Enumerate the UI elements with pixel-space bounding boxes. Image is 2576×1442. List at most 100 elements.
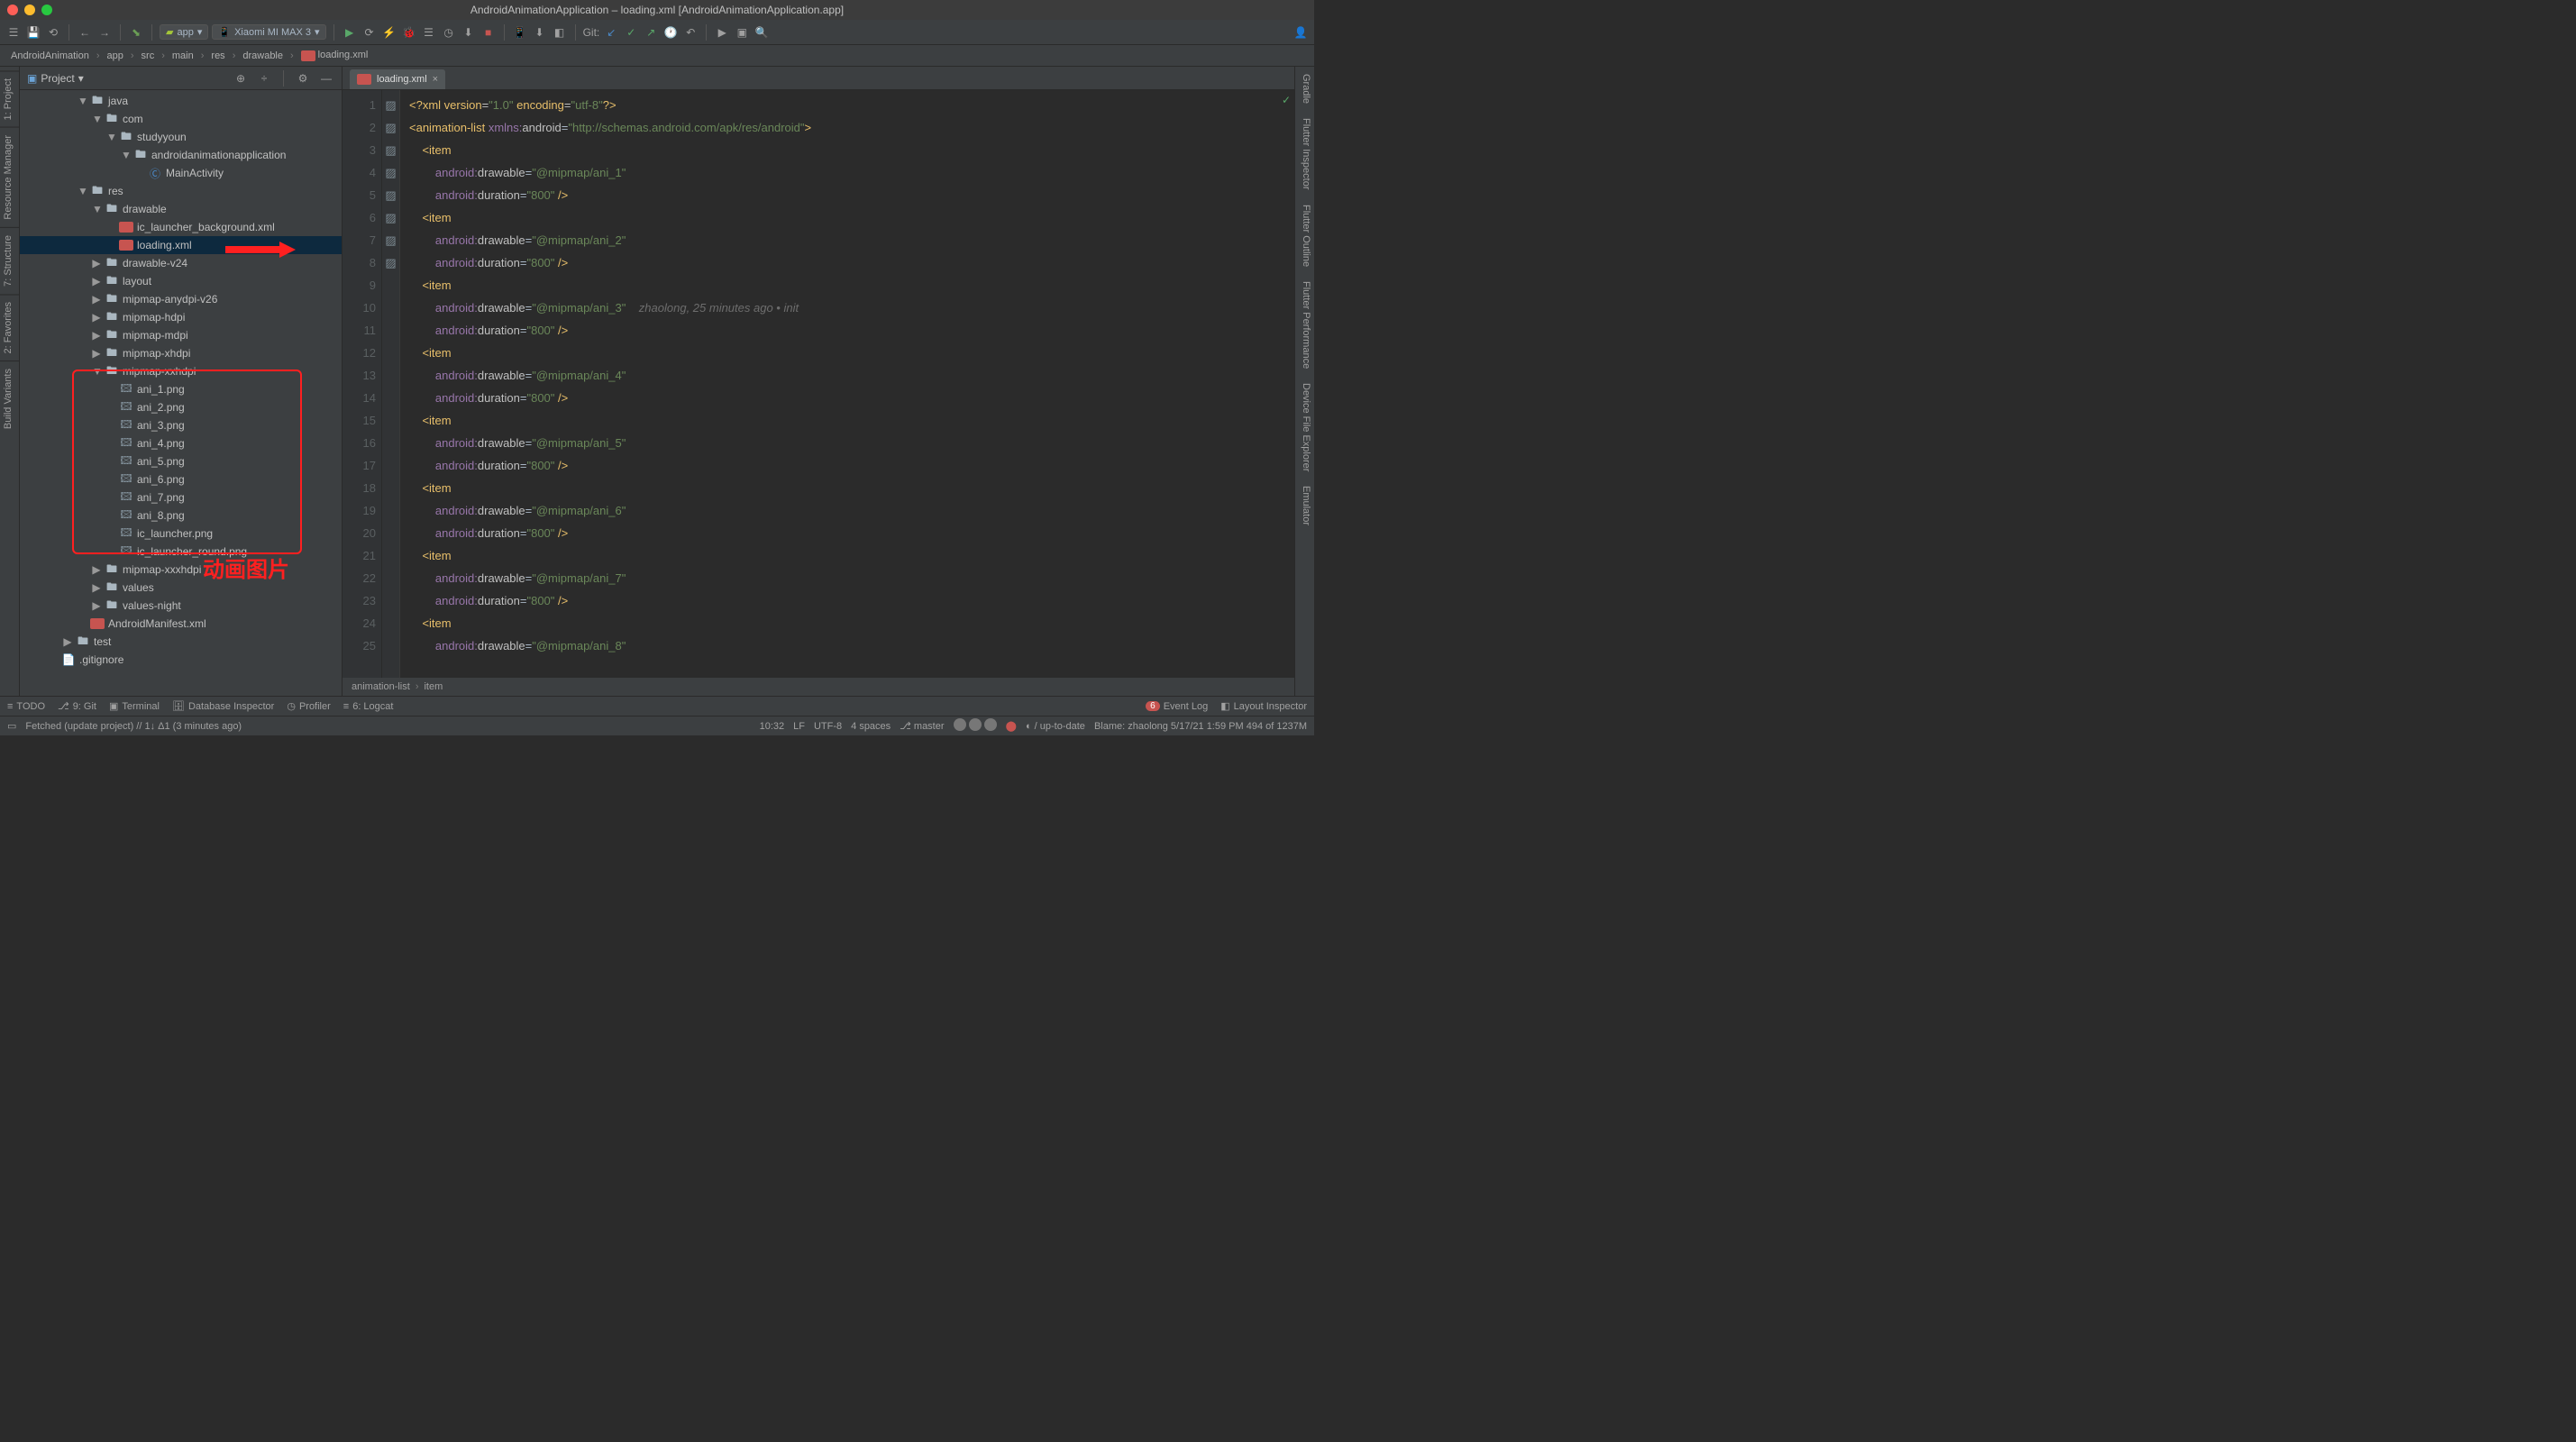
tree-item[interactable]: 🖾 ani_6.png [20, 470, 342, 488]
status-branch[interactable]: ⎇ master [900, 720, 944, 732]
status-progress[interactable]: ◐ / up-to-date [1026, 721, 1085, 732]
tree-item[interactable]: Ⓒ MainActivity [20, 164, 342, 182]
tree-item[interactable]: 🖾 ani_1.png [20, 380, 342, 398]
breadcrumb-item[interactable]: res [207, 50, 228, 62]
gutter-icon[interactable]: ▨ [382, 229, 399, 251]
right-tool-tab[interactable]: Gradle [1295, 67, 1314, 111]
left-tool-tab[interactable]: 7: Structure [0, 227, 19, 294]
tree-item[interactable]: ▼ 🖿 mipmap-xxhdpi [20, 362, 342, 380]
tree-item[interactable]: 📄 .gitignore [20, 651, 342, 669]
code-line[interactable]: <animation-list xmlns:android="http://sc… [409, 116, 1294, 139]
device-select[interactable]: 📱 Xiaomi MI MAX 3 ▾ [212, 24, 325, 40]
right-tool-tab[interactable]: Device File Explorer [1295, 376, 1314, 479]
tree-item[interactable]: 🖾 ani_5.png [20, 452, 342, 470]
code-line[interactable]: <item [409, 409, 1294, 432]
code-line[interactable]: <item [409, 206, 1294, 229]
tree-twisty[interactable]: ▼ [78, 185, 87, 197]
tree-twisty[interactable]: ▼ [92, 365, 101, 378]
tree-twisty[interactable]: ▼ [92, 203, 101, 215]
tree-item[interactable]: 🖾 ic_launcher.png [20, 525, 342, 543]
code-line[interactable]: android:drawable="@mipmap/ani_5" [409, 432, 1294, 454]
project-tree[interactable]: ▼ 🖿 java ▼ 🖿 com ▼ 🖿 studyyoun ▼ 🖿 andro… [20, 90, 342, 696]
code-line[interactable]: android:drawable="@mipmap/ani_3" zhaolon… [409, 297, 1294, 319]
code-line[interactable]: <item [409, 544, 1294, 567]
editor-crumb-item[interactable]: item [424, 681, 443, 692]
tree-item[interactable]: 🖾 ani_8.png [20, 507, 342, 525]
gutter-icon[interactable]: ▨ [382, 116, 399, 139]
tree-item[interactable]: loading.xml [20, 236, 342, 254]
run-button[interactable]: ▶ [342, 24, 358, 41]
tree-twisty[interactable]: ▼ [121, 149, 130, 161]
tree-item[interactable]: 🖾 ani_2.png [20, 398, 342, 416]
stop-button[interactable]: ■ [480, 24, 497, 41]
left-tool-tab[interactable]: 2: Favorites [0, 294, 19, 360]
tab-loading-xml[interactable]: loading.xml × [350, 69, 445, 89]
tree-item[interactable]: 🖾 ani_3.png [20, 416, 342, 434]
tree-twisty[interactable]: ▶ [92, 581, 101, 594]
code-line[interactable]: android:duration="800" /> [409, 387, 1294, 409]
breadcrumb-item[interactable]: src [138, 50, 159, 62]
tree-twisty[interactable]: ▶ [92, 257, 101, 269]
tool-database[interactable]: 🗄 Database Inspector [172, 700, 274, 712]
tree-item[interactable]: AndroidManifest.xml [20, 615, 342, 633]
code-line[interactable]: android:duration="800" /> [409, 319, 1294, 342]
left-tool-tab[interactable]: 1: Project [0, 70, 19, 127]
tree-twisty[interactable]: ▶ [92, 311, 101, 324]
code-line[interactable]: <?xml version="1.0" encoding="utf-8"?> [409, 94, 1294, 116]
tree-twisty[interactable]: ▼ [78, 95, 87, 107]
tree-item[interactable]: ▶ 🖿 mipmap-xhdpi [20, 344, 342, 362]
code-line[interactable]: <item [409, 139, 1294, 161]
breadcrumb-item[interactable]: main [169, 50, 197, 62]
chevron-down-icon[interactable]: ▾ [78, 72, 84, 85]
tree-twisty[interactable]: ▶ [92, 563, 101, 576]
code-line[interactable]: android:drawable="@mipmap/ani_6" [409, 499, 1294, 522]
tree-twisty[interactable]: ▶ [92, 275, 101, 287]
select-opened-file-icon[interactable]: ⊕ [233, 70, 249, 87]
tree-item[interactable]: ▶ 🖿 mipmap-xxxhdpi [20, 561, 342, 579]
gutter-icon[interactable]: ▨ [382, 184, 399, 206]
attach-debugger-icon[interactable]: ⬇ [461, 24, 477, 41]
sdk-manager-icon[interactable]: ⬇ [532, 24, 548, 41]
left-tool-tab[interactable]: Build Variants [0, 360, 19, 436]
save-icon[interactable]: 💾 [25, 24, 41, 41]
tree-item[interactable]: 🖾 ani_7.png [20, 488, 342, 507]
code-line[interactable]: android:duration="800" /> [409, 251, 1294, 274]
status-encoding[interactable]: UTF-8 [814, 721, 842, 732]
gutter-icon[interactable]: ▨ [382, 251, 399, 274]
apply-changes-icon[interactable]: ⟳ [361, 24, 378, 41]
run-config-app[interactable]: ▰ app ▾ [160, 24, 208, 40]
user-avatar-icon[interactable]: 👤 [1293, 24, 1309, 41]
code-line[interactable]: <item [409, 612, 1294, 634]
tree-item[interactable]: ▶ 🖿 test [20, 633, 342, 651]
tree-item[interactable]: ▼ 🖿 res [20, 182, 342, 200]
tree-item[interactable]: ▼ 🖿 androidanimationapplication [20, 146, 342, 164]
code-line[interactable]: android:duration="800" /> [409, 589, 1294, 612]
tree-item[interactable]: ▶ 🖿 layout [20, 272, 342, 290]
tree-item[interactable]: ▶ 🖿 values-night [20, 597, 342, 615]
tree-twisty[interactable]: ▼ [106, 131, 115, 143]
avd-manager-icon[interactable]: 📱 [512, 24, 528, 41]
tool-todo[interactable]: ≡ TODO [7, 701, 45, 712]
hide-icon[interactable]: — [318, 70, 334, 87]
code-line[interactable]: <item [409, 342, 1294, 364]
vcs-update-icon[interactable]: ↙ [603, 24, 619, 41]
code-line[interactable]: android:duration="800" /> [409, 522, 1294, 544]
code-line[interactable]: android:duration="800" /> [409, 454, 1294, 477]
tree-twisty[interactable]: ▶ [92, 347, 101, 360]
status-error-icon[interactable]: ⬤ [1006, 720, 1017, 732]
code-content[interactable]: <?xml version="1.0" encoding="utf-8"?><a… [400, 90, 1294, 678]
gutter-icon[interactable]: ▨ [382, 206, 399, 229]
status-column[interactable]: 10:32 [760, 721, 785, 732]
coverage-icon[interactable]: ☰ [421, 24, 437, 41]
tool-layout-inspector[interactable]: ◧ Layout Inspector [1220, 700, 1307, 712]
tree-item[interactable]: ▼ 🖿 com [20, 110, 342, 128]
status-line-ending[interactable]: LF [793, 721, 805, 732]
status-blame[interactable]: Blame: zhaolong 5/17/21 1:59 PM 494 of 1… [1094, 721, 1307, 732]
code-line[interactable]: android:drawable="@mipmap/ani_2" [409, 229, 1294, 251]
tree-item[interactable]: ▼ 🖿 java [20, 92, 342, 110]
profile-icon[interactable]: ◷ [441, 24, 457, 41]
gutter-icon[interactable]: ▨ [382, 161, 399, 184]
tree-item[interactable]: ▶ 🖿 mipmap-hdpi [20, 308, 342, 326]
tree-item[interactable]: ▶ 🖿 mipmap-anydpi-v26 [20, 290, 342, 308]
close-icon[interactable]: × [433, 74, 438, 85]
